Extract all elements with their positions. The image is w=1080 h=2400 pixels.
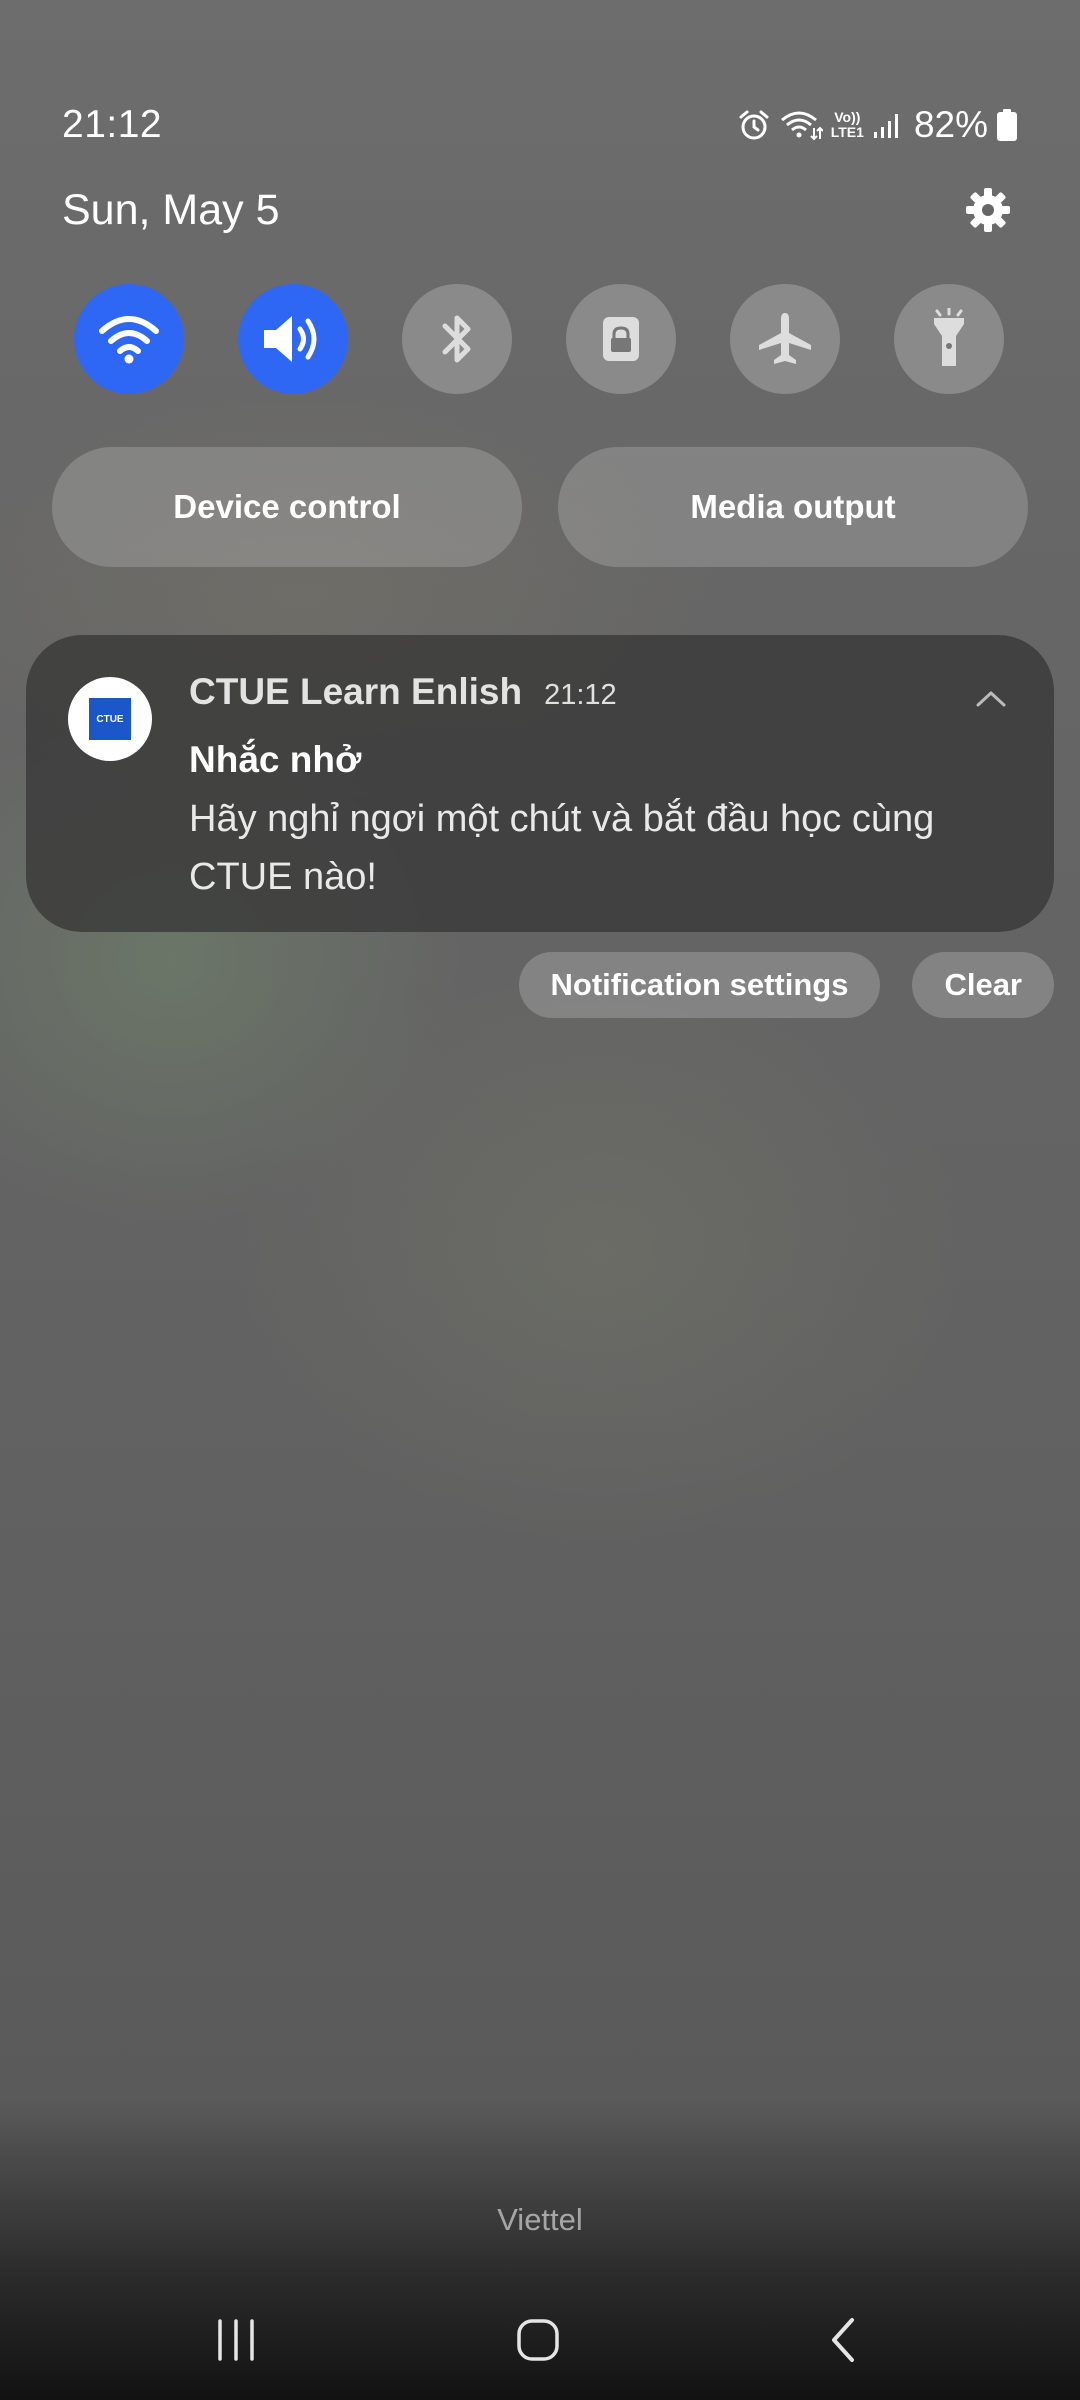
- signal-icon: [872, 110, 902, 140]
- lock-icon: [603, 317, 639, 361]
- bluetooth-toggle[interactable]: [402, 284, 512, 394]
- status-bar: 21:12 Vo)) LTE1 82%: [62, 100, 1018, 150]
- date-row: Sun, May 5: [62, 180, 1018, 240]
- battery-percent: 82%: [913, 104, 988, 145]
- back-icon[interactable]: [782, 2292, 902, 2388]
- notification-body: Hãy nghỉ ngơi một chút và bắt đầu học cù…: [189, 798, 935, 898]
- home-icon[interactable]: [478, 2292, 598, 2388]
- app-logo: CTUE: [89, 698, 131, 740]
- wifi-icon: [99, 316, 159, 364]
- device-control-button[interactable]: Device control: [52, 447, 522, 567]
- carrier-label: Viettel: [497, 2202, 583, 2237]
- notification-app-name: CTUE Learn Enlish: [189, 671, 523, 712]
- volte-label-bottom: LTE1: [830, 124, 864, 140]
- chevron-up-icon[interactable]: [968, 675, 1014, 721]
- date-label: Sun, May 5: [62, 185, 280, 234]
- notification-time: 21:12: [544, 679, 617, 711]
- gear-icon[interactable]: [958, 180, 1018, 240]
- notification-card[interactable]: CTUE CTUE Learn Enlish 21:12 Nhắc nhở Hã…: [26, 635, 1054, 932]
- rotation-lock-toggle[interactable]: [566, 284, 676, 394]
- alarm-icon: [737, 108, 771, 142]
- flashlight-toggle[interactable]: [894, 284, 1004, 394]
- battery-icon: [996, 108, 1018, 142]
- navigation-bar: [0, 2292, 1080, 2388]
- media-output-button[interactable]: Media output: [558, 447, 1028, 567]
- clear-button[interactable]: Clear: [912, 952, 1054, 1018]
- sound-toggle[interactable]: [238, 284, 348, 394]
- notification-settings-button[interactable]: Notification settings: [518, 952, 881, 1018]
- bluetooth-icon: [442, 315, 471, 363]
- notification-title: Nhắc nhở: [189, 739, 362, 780]
- volte-label-top: Vo)): [834, 109, 861, 125]
- notification-header: CTUE Learn Enlish 21:12: [189, 671, 617, 713]
- flashlight-icon: [934, 308, 964, 366]
- airplane-mode-toggle[interactable]: [730, 284, 840, 394]
- volte-icon: Vo)) LTE1: [831, 110, 864, 140]
- quick-panel-pills: Device control Media output: [52, 447, 1028, 567]
- status-icons: Vo)) LTE1 82%: [737, 104, 1018, 146]
- app-icon: CTUE: [68, 677, 152, 761]
- recents-icon[interactable]: [176, 2292, 296, 2388]
- wifi-toggle[interactable]: [74, 284, 184, 394]
- speaker-icon: [264, 316, 317, 362]
- airplane-icon: [759, 313, 811, 364]
- wifi-calling-icon: [779, 108, 823, 142]
- notification-actions: Notification settings Clear: [518, 952, 1054, 1018]
- status-time: 21:12: [62, 103, 163, 146]
- quick-settings-toggles: [74, 284, 1004, 394]
